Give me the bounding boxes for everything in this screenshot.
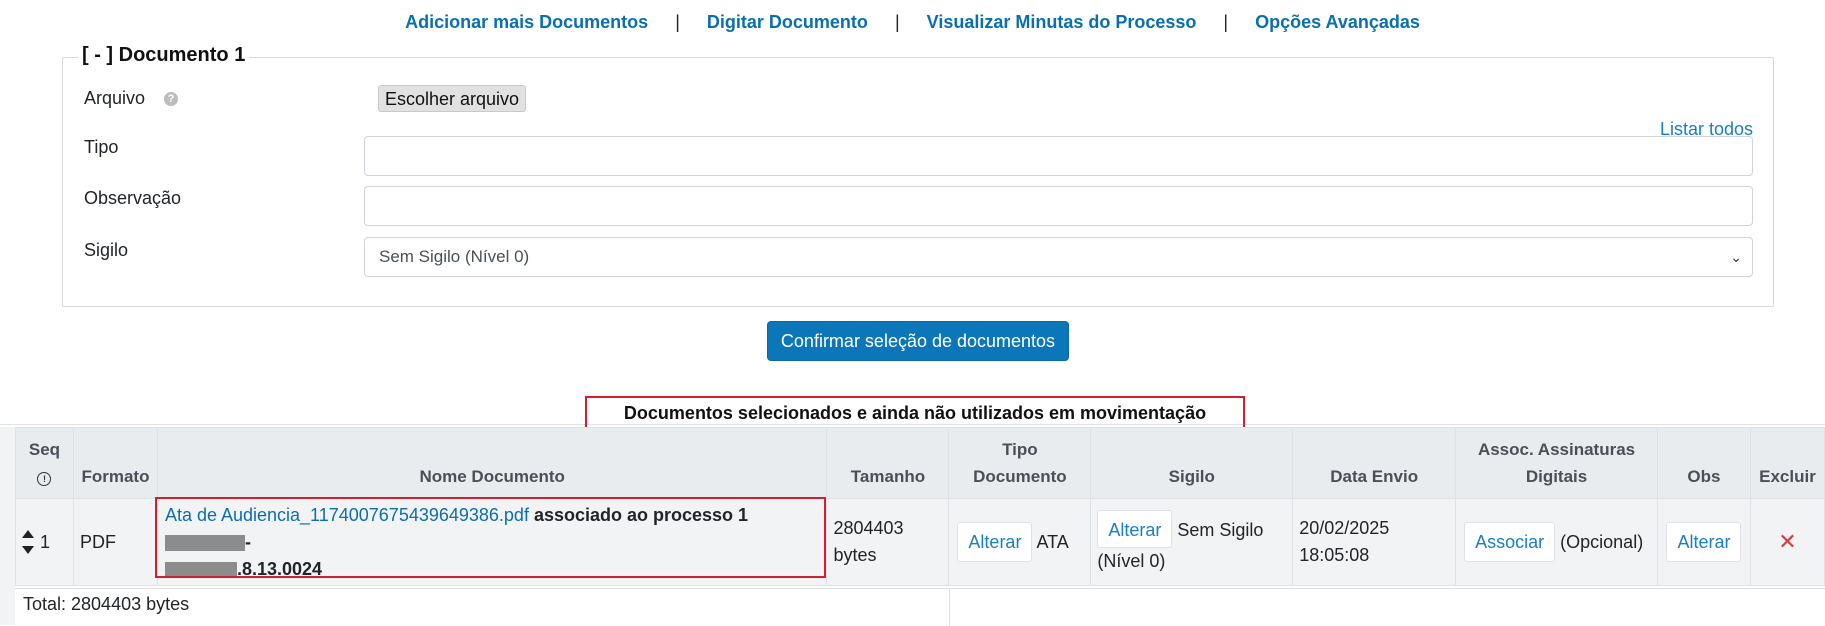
assoc-assinaturas-cell: Associar (Opcional) bbox=[1455, 498, 1658, 586]
sigilo-level: (Nível 0) bbox=[1097, 550, 1166, 571]
move-down-icon[interactable] bbox=[22, 546, 34, 554]
associar-button[interactable]: Associar bbox=[1464, 522, 1556, 562]
redacted-block bbox=[164, 534, 245, 551]
advanced-options-link[interactable]: Opções Avançadas bbox=[1255, 12, 1420, 32]
alterar-obs-button[interactable]: Alterar bbox=[1666, 522, 1742, 562]
view-drafts-link[interactable]: Visualizar Minutas do Processo bbox=[927, 12, 1197, 32]
top-action-links: Adicionar mais Documentos | Digitar Docu… bbox=[0, 12, 1825, 33]
link-separator: | bbox=[894, 12, 900, 32]
obs-cell: Alterar bbox=[1656, 498, 1751, 586]
header-tipo-line1: Tipo bbox=[1002, 440, 1038, 459]
header-obs: Obs bbox=[1656, 427, 1751, 499]
seq-cell: 1 bbox=[15, 498, 74, 586]
header-assoc-line2: Digitais bbox=[1525, 467, 1588, 486]
tamanho-unit: bytes bbox=[833, 545, 877, 565]
sigilo-cell: Alterar Sem Sigilo (Nível 0) bbox=[1090, 498, 1294, 586]
info-icon[interactable]: ! bbox=[37, 472, 52, 486]
sigilo-selected-value: Sem Sigilo (Nível 0) bbox=[379, 247, 530, 266]
header-data-envio: Data Envio bbox=[1292, 427, 1457, 499]
tamanho-value: 2804403 bbox=[833, 518, 904, 538]
document-file-link[interactable]: Ata de Audiencia_1174007675439649386.pdf bbox=[165, 505, 529, 525]
optional-note: (Opcional) bbox=[1560, 532, 1644, 552]
process-number-tail: .8.13.0024 bbox=[236, 558, 323, 579]
data-envio-cell: 20/02/2025 18:05:08 bbox=[1292, 498, 1457, 586]
arquivo-label: Arquivo bbox=[84, 88, 146, 108]
tamanho-cell: 2804403 bytes bbox=[826, 498, 950, 586]
header-seq-label: Seq bbox=[28, 440, 61, 459]
observacao-input[interactable] bbox=[364, 186, 1753, 226]
data-envio-time: 18:05:08 bbox=[1299, 545, 1370, 565]
table-gutter bbox=[0, 427, 15, 625]
table-row: 1 PDF Ata de Audiencia_11740076754396493… bbox=[15, 498, 1825, 586]
sigilo-select[interactable]: Sem Sigilo (Nível 0) ⌄ bbox=[364, 237, 1753, 277]
type-document-link[interactable]: Digitar Documento bbox=[707, 12, 868, 32]
chevron-down-icon: ⌄ bbox=[1730, 249, 1742, 265]
redacted-block bbox=[164, 561, 237, 578]
tipo-input[interactable] bbox=[364, 136, 1753, 176]
excluir-cell: ✕ bbox=[1749, 498, 1825, 586]
total-row-filler bbox=[949, 588, 1825, 626]
sigilo-value: Sem Sigilo bbox=[1177, 519, 1264, 540]
nome-documento-cell: Ata de Audiencia_1174007675439649386.pdf… bbox=[156, 498, 828, 586]
header-tipo-documento: Tipo Documento bbox=[948, 427, 1092, 499]
sigilo-label: Sigilo bbox=[84, 240, 129, 260]
header-assoc-assinaturas: Assoc. Assinaturas Digitais bbox=[1455, 427, 1658, 499]
delete-icon[interactable]: ✕ bbox=[1778, 529, 1796, 554]
data-envio-date: 20/02/2025 bbox=[1299, 518, 1390, 538]
choose-file-button[interactable]: Escolher arquivo bbox=[378, 85, 527, 112]
header-excluir: Excluir bbox=[1749, 427, 1825, 499]
move-up-icon[interactable] bbox=[22, 530, 34, 538]
tipo-documento-value: ATA bbox=[1036, 532, 1069, 552]
tipo-label: Tipo bbox=[84, 137, 119, 157]
alterar-sigilo-button[interactable]: Alterar bbox=[1097, 509, 1173, 548]
alterar-tipo-button[interactable]: Alterar bbox=[957, 522, 1033, 562]
help-icon[interactable]: ? bbox=[164, 92, 179, 107]
header-nome-documento: Nome Documento bbox=[156, 427, 828, 499]
header-seq: Seq ! bbox=[15, 427, 74, 499]
section-title: Documentos selecionados e ainda não util… bbox=[585, 396, 1245, 431]
associated-process-text: associado ao processo 1 bbox=[533, 504, 749, 525]
add-more-documents-link[interactable]: Adicionar mais Documentos bbox=[405, 12, 648, 32]
arquivo-label-row: Arquivo ? bbox=[84, 88, 179, 109]
link-separator: | bbox=[1223, 12, 1229, 32]
header-assoc-line1: Assoc. Assinaturas bbox=[1477, 440, 1636, 459]
header-tipo-line2: Documento bbox=[973, 467, 1067, 486]
seq-value: 1 bbox=[40, 531, 51, 552]
header-formato: Formato bbox=[72, 427, 158, 499]
header-tamanho: Tamanho bbox=[826, 427, 950, 499]
document-legend-toggle[interactable]: [ - ] Documento 1 bbox=[78, 44, 250, 67]
tipo-documento-cell: Alterar ATA bbox=[948, 498, 1092, 586]
header-sigilo: Sigilo bbox=[1090, 427, 1294, 499]
confirm-selection-button[interactable]: Confirmar seleção de documentos bbox=[767, 321, 1069, 361]
formato-cell: PDF bbox=[72, 498, 158, 586]
selected-documents-table: Seq ! Formato Nome Documento Tamanho Tip… bbox=[15, 427, 1825, 586]
total-bytes: Total: 2804403 bytes bbox=[15, 588, 949, 625]
link-separator: | bbox=[675, 12, 680, 32]
observacao-label: Observação bbox=[84, 188, 182, 208]
